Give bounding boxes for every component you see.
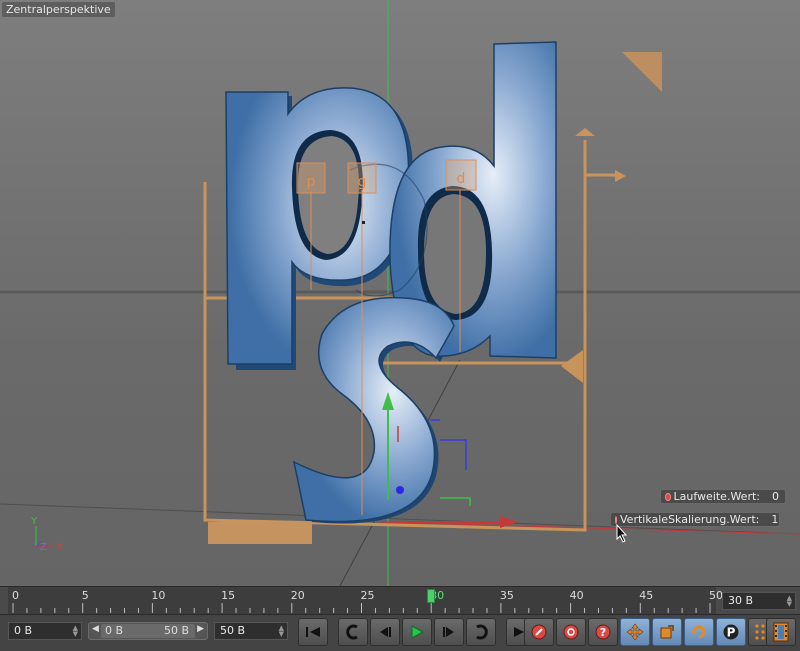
handle-letter-g: g xyxy=(358,174,367,190)
autokey-icon xyxy=(563,624,579,640)
viewport-camera-label[interactable]: Zentralperspektive xyxy=(2,2,115,17)
play-button[interactable] xyxy=(402,618,432,646)
previous-frame-icon xyxy=(380,627,391,637)
handle-letter-p: p xyxy=(307,174,316,190)
start-frame-value: 0 B xyxy=(14,624,33,637)
svg-text:P: P xyxy=(727,626,736,640)
hud-vertikale-skalierung[interactable]: VertikaleSkalierung.Wert: 1 xyxy=(610,512,780,527)
ruler-tick-label: 45 xyxy=(639,589,654,602)
next-key-icon xyxy=(476,624,488,640)
playhead[interactable] xyxy=(427,589,436,603)
film-icon xyxy=(773,622,789,642)
timeline-ruler[interactable]: 0 5 10 15 20 25 30 35 40 45 50 xyxy=(8,587,723,615)
spinner-arrows-icon[interactable]: ▲ ▼ xyxy=(73,625,78,638)
hud-label: Laufweite.Wert: xyxy=(673,490,760,503)
parameter-p-icon: P xyxy=(723,624,739,640)
arrow-handle[interactable] xyxy=(615,170,626,182)
axis-label-x: X xyxy=(56,542,63,553)
ruler-tick-label: 15 xyxy=(221,589,236,602)
3d-viewport[interactable]: p g d Zentralperspektive Y Z X Laufweite… xyxy=(0,0,800,586)
help-button[interactable]: ? xyxy=(588,618,618,646)
preview-range-slider[interactable]: ◀ 0 B 50 B ▶ xyxy=(88,622,208,640)
hud-value[interactable]: 0 xyxy=(760,490,779,503)
next-frame-icon xyxy=(443,627,454,637)
range-max-value: 50 B xyxy=(163,624,189,637)
arrow-handle[interactable] xyxy=(561,350,583,383)
previous-key-button[interactable] xyxy=(338,618,368,646)
ruler-tick-label: 10 xyxy=(151,589,166,602)
ruler-tick-label: 40 xyxy=(569,589,584,602)
ruler-tick-label: 50 xyxy=(709,589,723,602)
range-right-arrow-icon[interactable]: ▶ xyxy=(197,624,204,634)
go-to-start-icon xyxy=(306,627,320,637)
ruler-tick-label: 25 xyxy=(360,589,375,602)
mouse-cursor-icon xyxy=(616,524,628,543)
timeline-window-control xyxy=(766,618,796,648)
record-keys-button[interactable] xyxy=(524,618,554,646)
scale-icon xyxy=(660,625,674,639)
hud-laufweite[interactable]: Laufweite.Wert: 0 xyxy=(660,489,786,504)
end-frame-value: 50 B xyxy=(220,624,246,637)
rotate-icon xyxy=(691,625,706,639)
ruler-ticks xyxy=(12,603,711,613)
autokey-button[interactable] xyxy=(556,618,586,646)
animation-toolbar: 0 B ▲ ▼ ◀ 0 B 50 B ▶ 50 B ▲ ▼ ? P xyxy=(0,614,800,651)
rotate-key-toggle[interactable] xyxy=(684,618,714,646)
range-min-value: 0 B xyxy=(105,624,124,637)
z-axis-handle xyxy=(396,486,404,494)
hud-record-dot xyxy=(615,515,617,524)
end-field-value: 30 B xyxy=(728,594,754,607)
hud-value[interactable]: 1 xyxy=(759,513,778,526)
open-timeline-button[interactable] xyxy=(766,618,796,646)
hud-label: VertikaleSkalierung.Wert: xyxy=(620,513,760,526)
svg-text:?: ? xyxy=(600,626,606,639)
arrow-handle[interactable] xyxy=(575,128,595,136)
scale-key-toggle[interactable] xyxy=(652,618,682,646)
cinema4d-editor: p g d Zentralperspektive Y Z X Laufweite… xyxy=(0,0,800,651)
range-left-arrow-icon[interactable]: ◀ xyxy=(92,624,99,634)
handle-letter-d: d xyxy=(457,171,466,187)
question-icon: ? xyxy=(595,624,611,640)
go-to-start-button[interactable] xyxy=(298,618,328,646)
start-frame-field[interactable]: 0 B ▲ ▼ xyxy=(8,622,82,640)
previous-frame-button[interactable] xyxy=(370,618,400,646)
floor-block xyxy=(208,522,312,544)
text-3d-object[interactable] xyxy=(225,41,557,524)
key-filter-controls: P xyxy=(620,618,778,648)
end-frame-field[interactable]: 50 B ▲ ▼ xyxy=(214,622,288,640)
ruler-tick-label: 0 xyxy=(12,589,19,602)
move-key-toggle[interactable] xyxy=(620,618,650,646)
move-arrows-icon xyxy=(626,623,644,641)
ruler-tick-label: 20 xyxy=(290,589,305,602)
playback-controls xyxy=(298,618,536,648)
next-key-button[interactable] xyxy=(466,618,496,646)
previous-key-icon xyxy=(346,624,358,640)
timeline[interactable]: 0 5 10 15 20 25 30 35 40 45 50 30 B ▲ ▼ xyxy=(0,586,800,615)
ruler-tick-label: 5 xyxy=(81,589,89,602)
timeline-end-field[interactable]: 30 B ▲ ▼ xyxy=(722,592,796,610)
record-controls: ? xyxy=(524,618,618,648)
corner-handle[interactable] xyxy=(622,52,662,92)
spinner-arrows-icon[interactable]: ▲ ▼ xyxy=(787,595,792,608)
axis-orientation-gizmo: Y Z X xyxy=(30,516,63,553)
hud-record-dot xyxy=(665,492,671,501)
ruler-tick-label: 35 xyxy=(499,589,514,602)
spinner-arrows-icon[interactable]: ▲ ▼ xyxy=(279,625,284,638)
parameter-key-toggle[interactable]: P xyxy=(716,618,746,646)
record-key-icon xyxy=(531,624,547,640)
axis-label-y: Y xyxy=(30,516,38,527)
axis-label-z: Z xyxy=(40,542,47,553)
play-icon xyxy=(411,625,425,639)
next-frame-button[interactable] xyxy=(434,618,464,646)
